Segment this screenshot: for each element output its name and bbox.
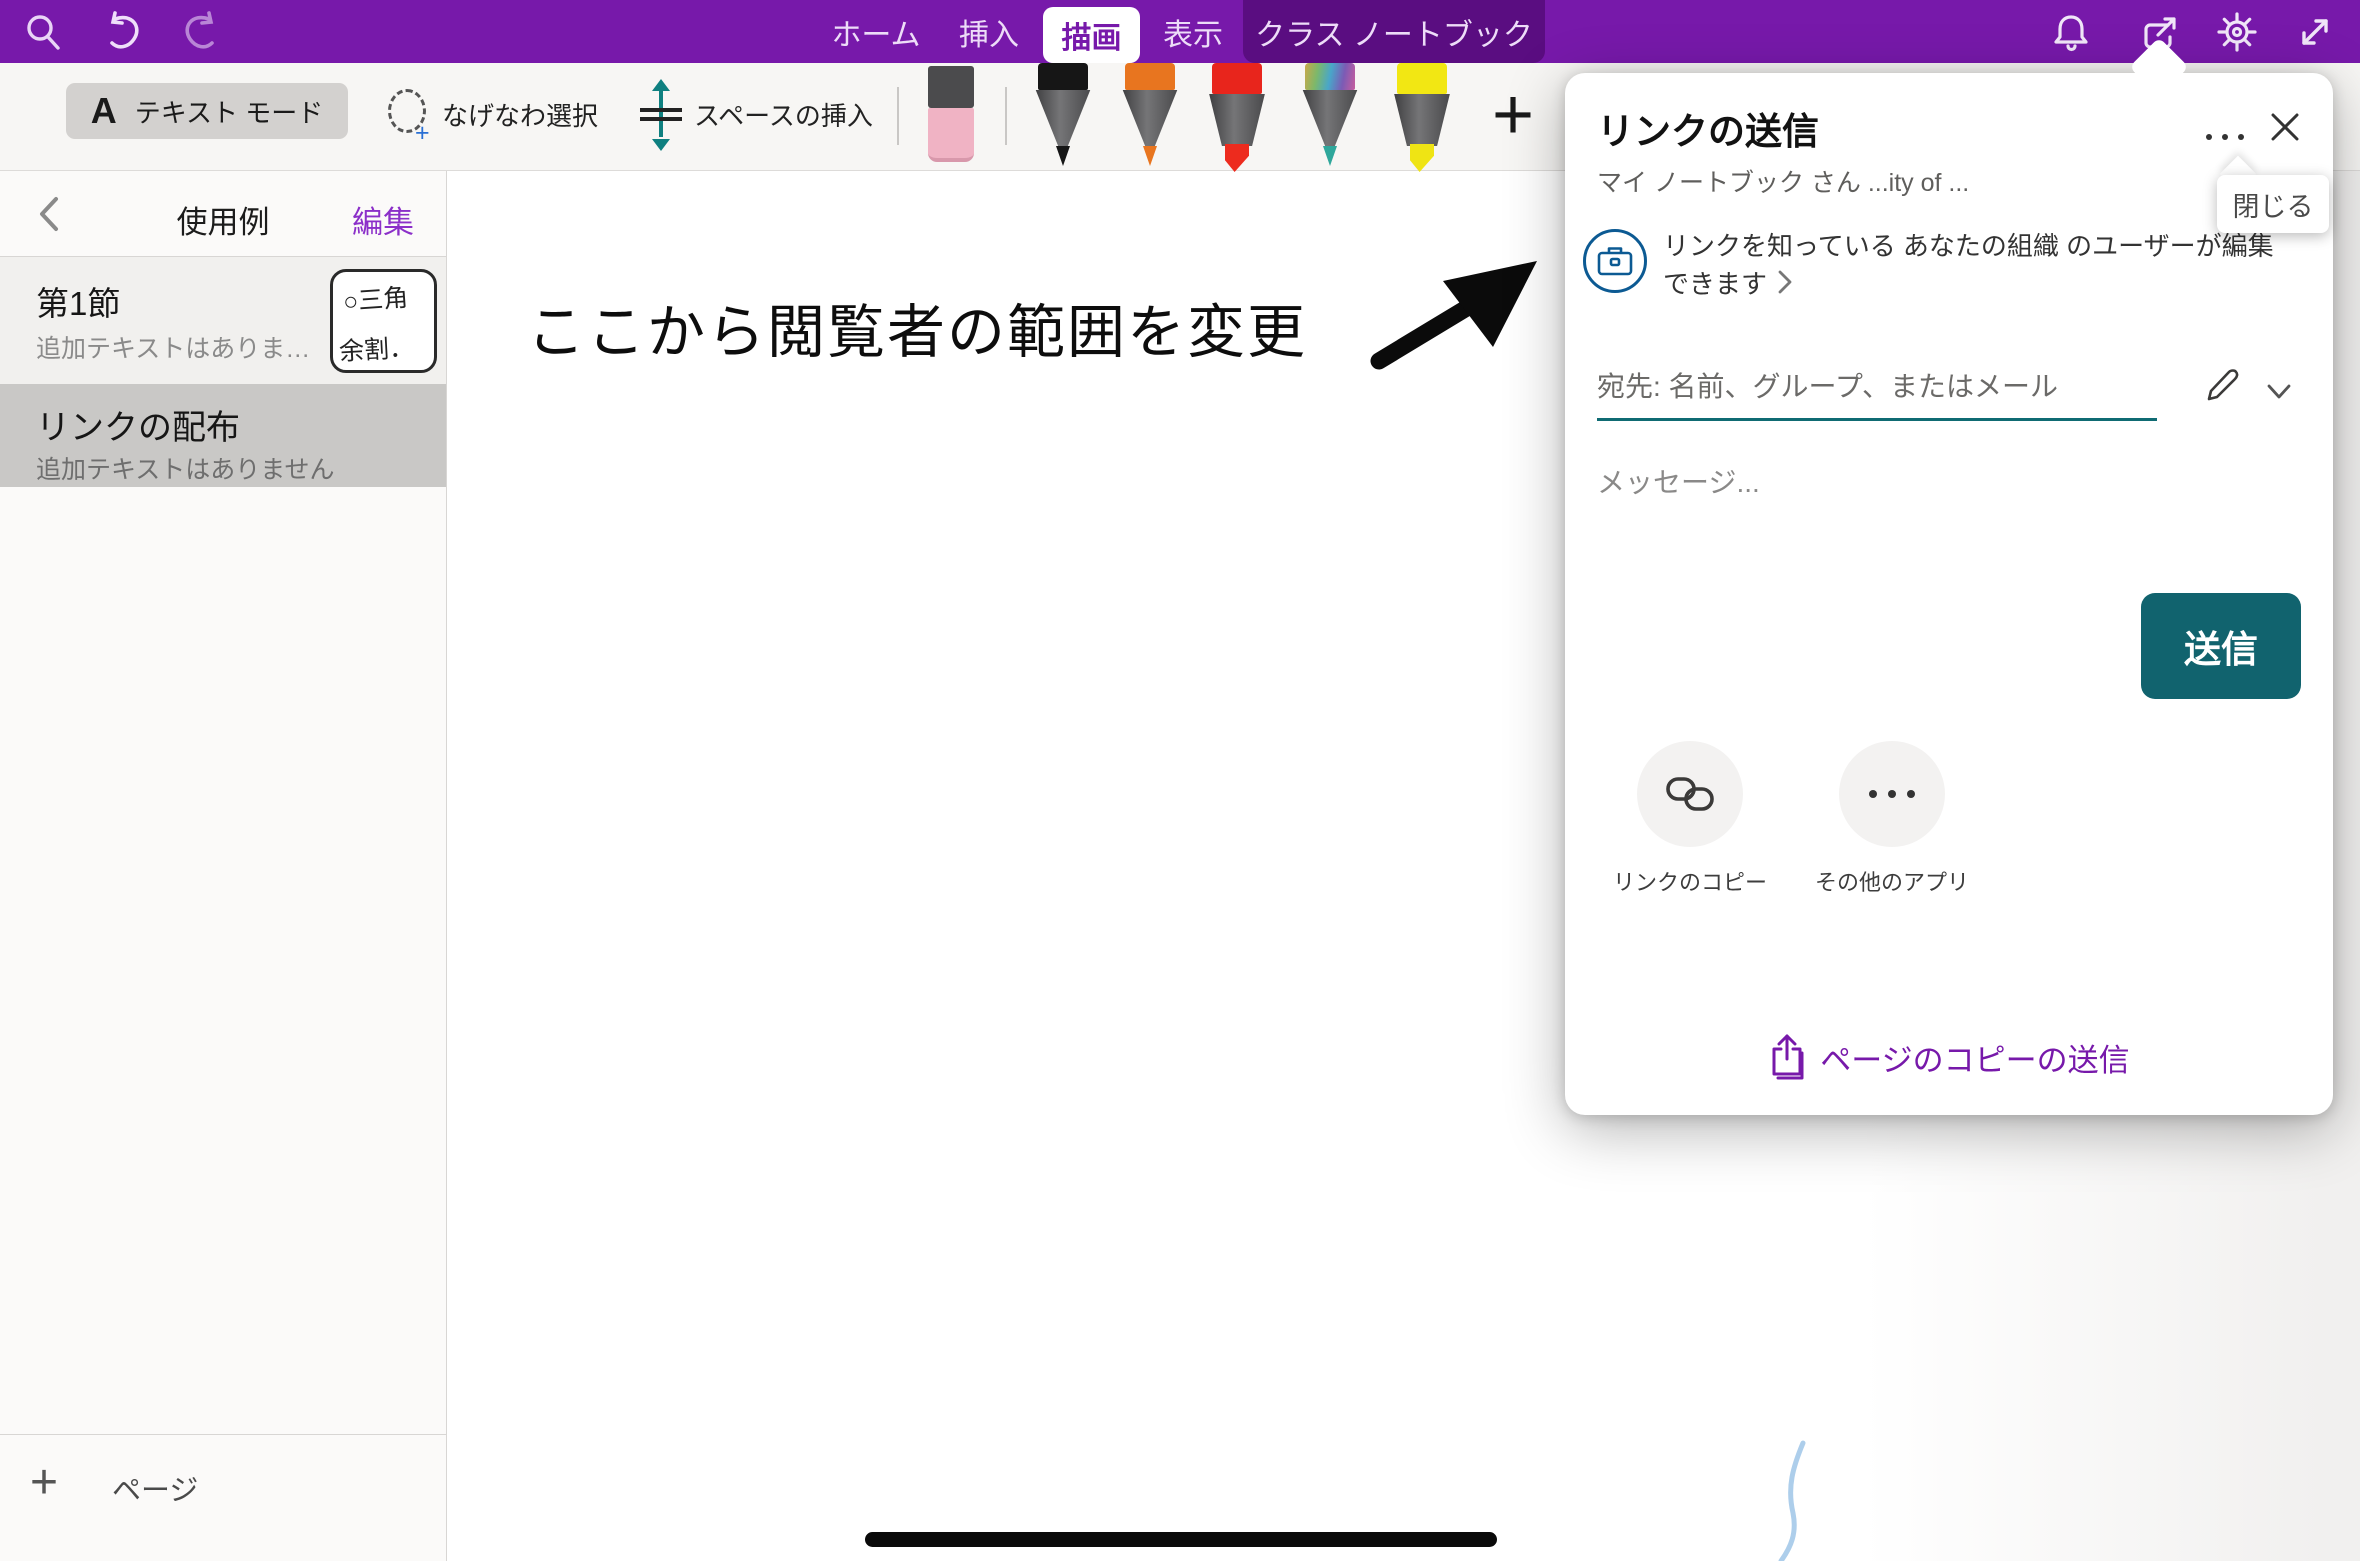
dialog-subtitle-notebook-scope: マイ ノートブック さん ...ity of ... xyxy=(1597,163,1969,199)
tab-view[interactable]: 表示 xyxy=(1160,0,1226,63)
lasso-plus-icon: + xyxy=(415,119,430,148)
close-tooltip: 閉じる xyxy=(2217,175,2329,233)
page-title: 第1節 xyxy=(36,277,120,325)
redo-icon[interactable] xyxy=(180,11,222,53)
add-page-button[interactable]: + ページ xyxy=(0,1449,446,1513)
share-page-icon xyxy=(1768,1033,1806,1081)
sidebar-divider xyxy=(0,1434,446,1435)
tab-home[interactable]: ホーム xyxy=(830,0,922,63)
text-mode-a-icon: A xyxy=(91,90,117,132)
chevron-down-icon[interactable] xyxy=(2261,373,2297,409)
link-chain-icon xyxy=(1664,772,1716,816)
recipient-input-underline xyxy=(1597,418,2157,421)
page-title: リンクの配布 xyxy=(36,400,240,449)
page-list-item-selected[interactable]: リンクの配布 追加テキストはありません xyxy=(0,384,446,487)
settings-gear-icon[interactable] xyxy=(2216,11,2258,53)
insert-space-label[interactable]: スペースの挿入 xyxy=(694,96,873,133)
more-apps-label: その他のアプリ xyxy=(1792,865,1992,897)
add-pen-button[interactable]: + xyxy=(1478,77,1548,153)
copy-link-button[interactable] xyxy=(1637,741,1743,847)
toolbar-divider xyxy=(897,87,899,145)
page-subtitle: 追加テキストはありません xyxy=(36,450,335,486)
eraser-tool[interactable] xyxy=(928,66,974,164)
pen-rainbow[interactable] xyxy=(1298,63,1362,167)
page-thumbnail: ○三角 余割． xyxy=(330,269,437,373)
edit-button[interactable]: 編集 xyxy=(352,197,414,242)
canvas-annotation-text: ここから閲覧者の範囲を変更 xyxy=(527,285,1307,369)
search-icon[interactable] xyxy=(22,11,64,53)
app-top-bar: ホーム 挿入 描画 表示 クラス ノートブック xyxy=(0,0,2360,63)
sidebar-header: 使用例 編集 xyxy=(0,171,446,257)
send-link-dialog: リンクの送信 マイ ノートブック さん ...ity of ... 閉じる リン… xyxy=(1565,73,2333,1115)
undo-icon[interactable] xyxy=(102,11,144,53)
page-list-item[interactable]: 第1節 追加テキストはありま… ○三角 余割． xyxy=(0,257,446,384)
insert-space-icon[interactable] xyxy=(640,81,682,143)
send-page-copy-label: ページのコピーの送信 xyxy=(1820,1035,2129,1080)
thumbnail-ink-text: 余割． xyxy=(338,328,415,368)
pen-black[interactable] xyxy=(1031,63,1095,167)
send-page-copy-button[interactable]: ページのコピーの送信 xyxy=(1565,1029,2333,1085)
tab-draw-active[interactable]: 描画 xyxy=(1043,7,1140,63)
tab-insert[interactable]: 挿入 xyxy=(956,0,1022,63)
add-page-label: ページ xyxy=(112,1467,198,1509)
plus-icon: + xyxy=(30,1455,58,1510)
highlighter-yellow[interactable] xyxy=(1390,63,1454,167)
link-permission-setting[interactable]: リンクを知っている あなたの組織 のユーザーが編集できます xyxy=(1663,227,2283,303)
ink-stroke-blue xyxy=(1765,1439,1835,1561)
tab-class-notebook[interactable]: クラス ノートブック xyxy=(1243,0,1545,63)
send-button[interactable]: 送信 xyxy=(2141,593,2301,699)
home-indicator-bar[interactable] xyxy=(865,1532,1497,1547)
chevron-right-icon xyxy=(1777,269,1793,295)
pencil-edit-icon[interactable] xyxy=(2201,367,2241,407)
marker-red[interactable] xyxy=(1205,63,1269,167)
fullscreen-expand-icon[interactable] xyxy=(2294,11,2336,53)
message-input[interactable]: メッセージ... xyxy=(1597,461,2197,501)
toolbar-divider xyxy=(1005,87,1007,145)
recipient-input[interactable]: 宛先: 名前、グループ、またはメール xyxy=(1597,365,2157,405)
more-apps-button[interactable] xyxy=(1839,741,1945,847)
canvas-annotation-arrow xyxy=(1365,249,1555,379)
copy-link-label: リンクのコピー xyxy=(1590,865,1790,897)
text-mode-label: テキスト モード xyxy=(135,93,323,130)
text-mode-button[interactable]: A テキスト モード xyxy=(66,83,348,139)
more-options-ellipsis-icon[interactable] xyxy=(2197,117,2253,157)
notifications-bell-icon[interactable] xyxy=(2050,11,2092,53)
ellipsis-icon xyxy=(1869,790,1915,798)
pen-orange[interactable] xyxy=(1118,63,1182,167)
close-icon[interactable] xyxy=(2265,107,2305,147)
dialog-title: リンクの送信 xyxy=(1597,101,1819,155)
page-subtitle: 追加テキストはありま… xyxy=(36,329,310,365)
page-list-sidebar: 使用例 編集 第1節 追加テキストはありま… ○三角 余割． リンクの配布 追加… xyxy=(0,171,447,1561)
lasso-select-label[interactable]: なげなわ選択 xyxy=(442,96,598,133)
briefcase-organization-icon[interactable] xyxy=(1583,229,1647,293)
thumbnail-ink-text: ○三角 xyxy=(342,278,409,318)
